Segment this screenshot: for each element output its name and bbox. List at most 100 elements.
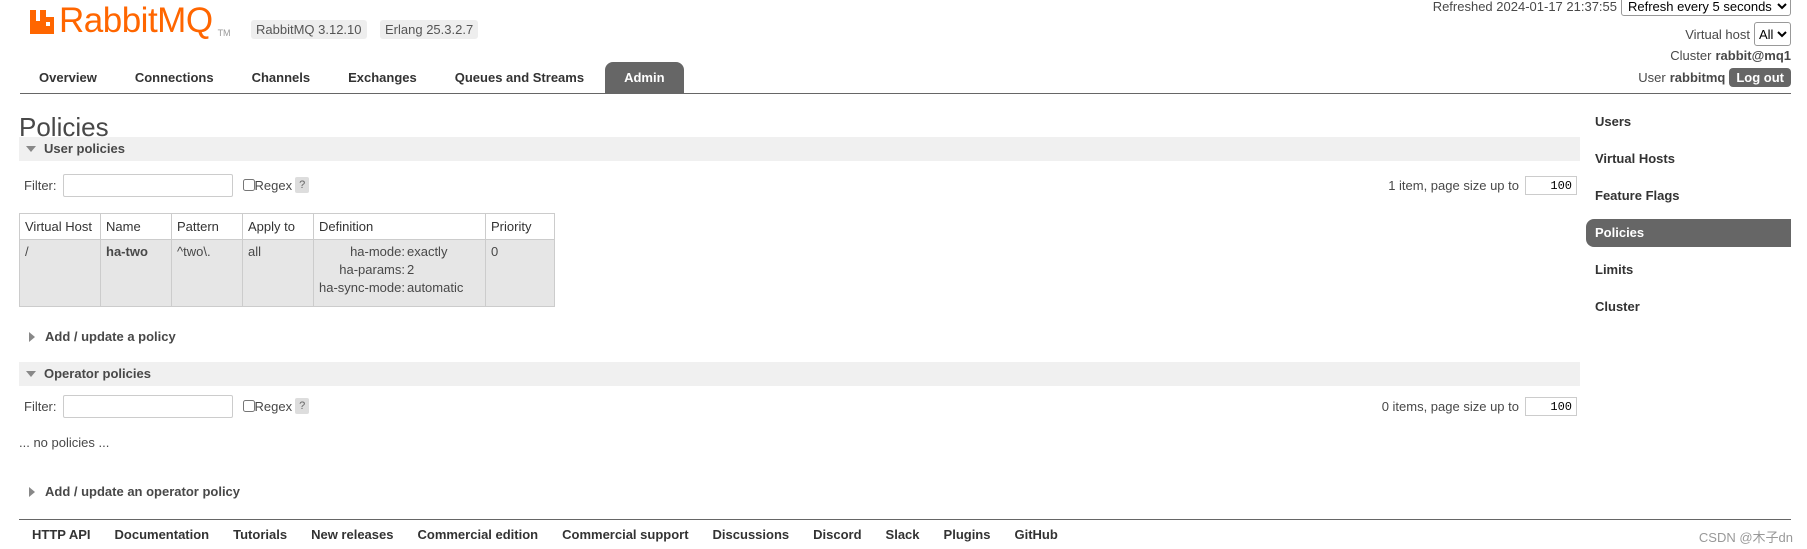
definition-key: ha-mode: [350, 244, 405, 259]
erlang-version-badge: Erlang 25.3.2.7 [380, 20, 479, 39]
logo-text: RabbitMQ [59, 1, 213, 40]
footer-link-discord[interactable]: Discord [813, 527, 861, 542]
side-nav-policies[interactable]: Policies [1586, 219, 1791, 247]
cell-apply-to: all [242, 239, 314, 307]
footer-link-github[interactable]: GitHub [1014, 527, 1057, 542]
footer-links: HTTP API Documentation Tutorials New rel… [32, 527, 1058, 542]
tab-exchanges[interactable]: Exchanges [329, 62, 436, 94]
rabbitmq-logo-icon [30, 10, 54, 34]
user-name: rabbitmq [1669, 70, 1726, 85]
admin-side-nav: Users Virtual Hosts Feature Flags Polici… [1586, 108, 1791, 330]
definition-row: ha-sync-mode: automatic [319, 280, 465, 298]
add-operator-policy-label: Add / update an operator policy [45, 484, 241, 499]
rabbitmq-version-badge: RabbitMQ 3.12.10 [251, 20, 367, 39]
definition-table: ha-mode: exactly ha-params: 2 ha-sync-mo… [319, 244, 465, 298]
policy-name-link[interactable]: ha-two [106, 244, 148, 259]
refreshed-timestamp: Refreshed 2024-01-17 21:37:55 [1432, 0, 1617, 14]
side-nav-users[interactable]: Users [1586, 108, 1791, 136]
filter-label: Filter: [24, 177, 57, 193]
cell-pattern: ^two\. [171, 239, 243, 307]
operator-policies-section-header[interactable]: Operator policies [19, 362, 1580, 386]
rabbitmq-logo: RabbitMQ TM [28, 1, 231, 40]
main-nav-tabs: Overview Connections Channels Exchanges … [20, 62, 684, 94]
refresh-interval-select[interactable]: Refresh every 5 seconds [1621, 0, 1791, 16]
footer-link-slack[interactable]: Slack [886, 527, 920, 542]
footer-link-tutorials[interactable]: Tutorials [233, 527, 287, 542]
add-policy-label: Add / update a policy [45, 329, 176, 344]
regex-label: Regex [254, 398, 293, 414]
user-label: User [1638, 70, 1666, 85]
cell-vhost: / [19, 239, 101, 307]
definition-key: ha-sync-mode: [319, 280, 405, 295]
operator-policies-filter: Filter: Regex ? [24, 394, 310, 418]
definition-value: exactly [406, 244, 448, 259]
footer-link-documentation[interactable]: Documentation [115, 527, 210, 542]
col-definition: Definition [313, 213, 486, 240]
add-operator-policy-toggle[interactable]: Add / update an operator policy [19, 482, 240, 502]
definition-value: 2 [406, 262, 415, 277]
user-policies-filter: Filter: Regex ? [24, 173, 310, 197]
vhost-label: Virtual host [1685, 26, 1750, 42]
tab-queues-and-streams[interactable]: Queues and Streams [436, 62, 603, 94]
cluster-name: rabbit@mq1 [1715, 48, 1791, 63]
definition-key: ha-params: [339, 262, 405, 277]
help-icon[interactable]: ? [295, 398, 310, 414]
operator-policies-regex-checkbox[interactable] [242, 400, 255, 412]
user-policies-page-size-input[interactable] [1525, 176, 1577, 195]
user-policies-heading: User policies [44, 141, 125, 156]
page-info-text: 0 items, page size up to [1381, 399, 1519, 414]
watermark: CSDN @木子dn [1698, 530, 1793, 545]
tabs-divider [20, 93, 1791, 94]
page-info-text: 1 item, page size up to [1388, 178, 1519, 193]
collapse-triangle-icon [26, 146, 36, 153]
user-policies-pagination: 1 item, page size up to [1388, 176, 1577, 195]
table-row: / ha-two ^two\. all ha-mode: exactly ha-… [19, 239, 555, 307]
operator-policies-pagination: 0 items, page size up to [1382, 397, 1577, 416]
user-policies-table: Virtual Host Name Pattern Apply to Defin… [19, 213, 555, 307]
cell-name: ha-two [100, 239, 172, 307]
tab-overview[interactable]: Overview [20, 62, 116, 94]
side-nav-virtual-hosts[interactable]: Virtual Hosts [1586, 145, 1791, 173]
add-policy-toggle[interactable]: Add / update a policy [19, 327, 176, 347]
tab-admin[interactable]: Admin [605, 62, 684, 94]
footer-link-new-releases[interactable]: New releases [311, 527, 393, 542]
collapse-triangle-icon [26, 371, 36, 378]
cell-definition: ha-mode: exactly ha-params: 2 ha-sync-mo… [313, 239, 486, 307]
footer-divider [19, 519, 1791, 520]
vhost-select[interactable]: All [1754, 22, 1791, 46]
user-policies-section-header[interactable]: User policies [19, 137, 1580, 161]
tab-channels[interactable]: Channels [233, 62, 330, 94]
side-nav-feature-flags[interactable]: Feature Flags [1586, 182, 1791, 210]
filter-label: Filter: [24, 398, 57, 414]
help-icon[interactable]: ? [295, 177, 310, 193]
col-apply-to: Apply to [242, 213, 314, 240]
expand-triangle-icon [29, 487, 35, 498]
col-pattern: Pattern [171, 213, 243, 240]
user-policies-regex-checkbox[interactable] [242, 179, 255, 191]
definition-value: automatic [406, 280, 464, 295]
col-priority: Priority [485, 213, 555, 240]
operator-policies-page-size-input[interactable] [1525, 397, 1577, 416]
no-policies-message: ... no policies ... [19, 435, 110, 450]
definition-row: ha-mode: exactly [319, 244, 465, 262]
footer-link-commercial-edition[interactable]: Commercial edition [417, 527, 538, 542]
side-nav-limits[interactable]: Limits [1586, 256, 1791, 284]
cell-priority: 0 [485, 239, 555, 307]
footer-link-commercial-support[interactable]: Commercial support [562, 527, 688, 542]
tab-connections[interactable]: Connections [116, 62, 233, 94]
footer-link-http-api[interactable]: HTTP API [32, 527, 91, 542]
cluster-label: Cluster [1670, 48, 1712, 63]
col-name: Name [100, 213, 172, 240]
logout-button[interactable]: Log out [1729, 68, 1791, 87]
operator-policies-filter-input[interactable] [62, 394, 233, 418]
footer-link-discussions[interactable]: Discussions [713, 527, 790, 542]
expand-triangle-icon [29, 332, 35, 343]
table-header-row: Virtual Host Name Pattern Apply to Defin… [19, 213, 555, 240]
definition-row: ha-params: 2 [319, 262, 465, 280]
footer-link-plugins[interactable]: Plugins [944, 527, 991, 542]
regex-label: Regex [254, 177, 293, 193]
side-nav-cluster[interactable]: Cluster [1586, 293, 1791, 321]
logo-trademark: TM [217, 28, 231, 38]
user-policies-filter-input[interactable] [62, 173, 233, 197]
col-virtual-host: Virtual Host [19, 213, 101, 240]
